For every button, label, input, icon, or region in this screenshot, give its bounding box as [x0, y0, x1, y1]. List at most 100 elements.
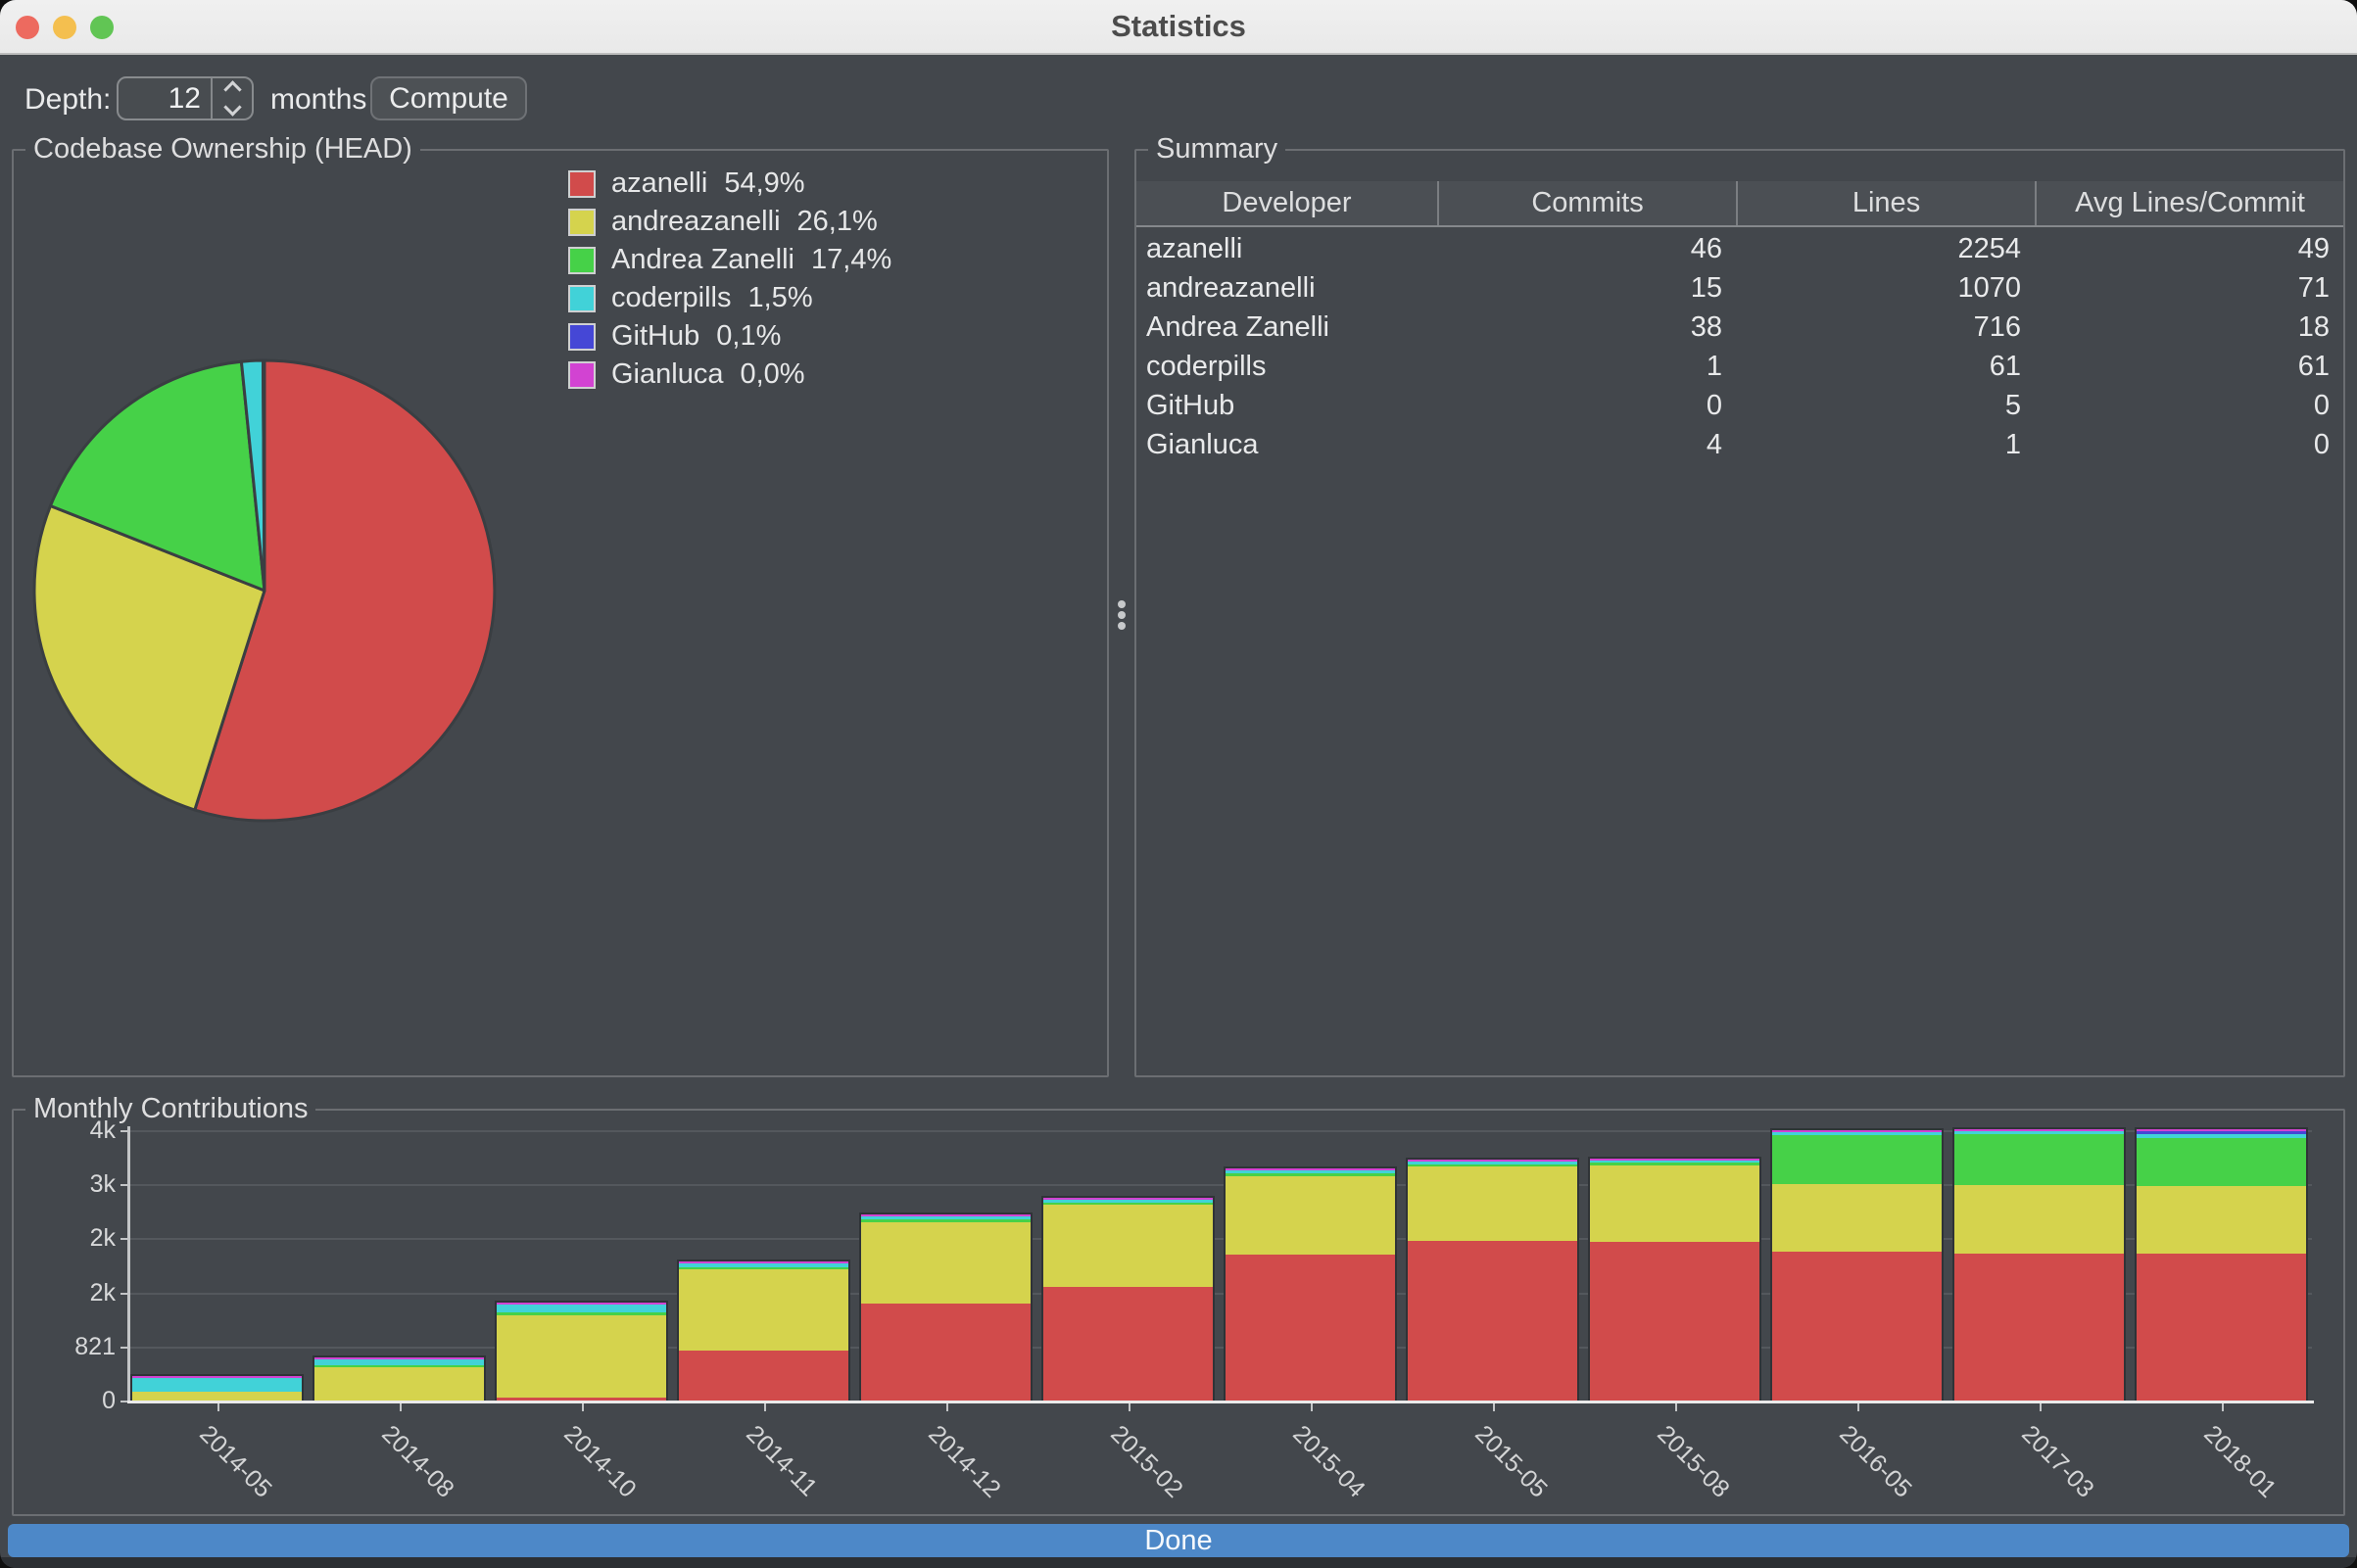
table-cell: andreazanelli: [1136, 268, 1437, 308]
stepper-down-icon[interactable]: [223, 98, 241, 116]
bar-2017-03: [1952, 1127, 2126, 1401]
table-cell: 49: [2035, 229, 2343, 268]
legend-item: azanelli 54,9%: [568, 165, 891, 203]
bar-segment-coderpills: [497, 1305, 666, 1312]
x-axis-tick: [764, 1403, 766, 1411]
legend-swatch: [568, 209, 596, 236]
bar-segment-andreazanelli: [679, 1269, 848, 1350]
bar-2018-01: [2135, 1127, 2308, 1401]
y-axis-label: 3k: [27, 1170, 116, 1199]
done-button[interactable]: Done: [8, 1524, 2349, 1557]
bar-2015-08: [1588, 1157, 1761, 1401]
depth-input[interactable]: 12: [119, 78, 211, 119]
legend-percent: 26,1%: [797, 206, 878, 238]
table-cell: 0: [2035, 386, 2343, 425]
table-row[interactable]: Gianluca410: [1136, 425, 2343, 464]
table-cell: 0: [1437, 386, 1736, 425]
table-cell: GitHub: [1136, 386, 1437, 425]
x-axis-label: 2017-03: [2015, 1420, 2098, 1503]
legend-swatch: [568, 247, 596, 274]
y-axis-label: 4k: [27, 1117, 116, 1145]
x-axis-line: [127, 1401, 2314, 1403]
table-row[interactable]: GitHub050: [1136, 386, 2343, 425]
legend-label: azanelli: [611, 167, 707, 200]
compute-button[interactable]: Compute: [370, 76, 527, 120]
x-axis-tick: [946, 1403, 948, 1411]
legend-percent: 54,9%: [724, 167, 804, 200]
bar-segment-azanelli: [2137, 1254, 2306, 1401]
table-cell: 71: [2035, 268, 2343, 308]
bar-segment-azanelli: [1226, 1255, 1395, 1401]
x-axis-label: 2014-11: [740, 1420, 822, 1502]
table-cell: 61: [2035, 347, 2343, 386]
bar-segment-andreazanelli: [861, 1222, 1031, 1303]
table-cell: 4: [1437, 425, 1736, 464]
table-cell: 1070: [1736, 268, 2035, 308]
table-cell: 15: [1437, 268, 1736, 308]
legend-item: Gianluca 0,0%: [568, 356, 891, 394]
bar-2015-05: [1406, 1158, 1579, 1401]
bar-2014-11: [677, 1259, 850, 1401]
table-cell: Andrea Zanelli: [1136, 308, 1437, 347]
x-axis-label: 2015-08: [1651, 1420, 1734, 1503]
legend-swatch: [568, 170, 596, 198]
bar-2014-05: [130, 1374, 304, 1401]
summary-panel-title: Summary: [1148, 133, 1285, 166]
minimize-button[interactable]: [53, 16, 76, 39]
bar-2016-05: [1770, 1128, 1944, 1401]
legend-percent: 0,0%: [740, 358, 804, 391]
zoom-button[interactable]: [90, 16, 114, 39]
x-axis-tick: [2040, 1403, 2042, 1411]
bar-segment-andreazanelli: [2137, 1186, 2306, 1254]
monthly-bar-chart: 08212k2k3k4k2014-052014-082014-102014-11…: [14, 1111, 2343, 1514]
table-header-cell[interactable]: Developer: [1136, 181, 1437, 225]
window-title: Statistics: [0, 0, 2357, 53]
close-button[interactable]: [16, 16, 39, 39]
legend-label: Andrea Zanelli: [611, 244, 794, 276]
x-axis-tick: [217, 1403, 219, 1411]
table-cell: 38: [1437, 308, 1736, 347]
legend-label: Gianluca: [611, 358, 723, 391]
y-axis-label: 2k: [27, 1279, 116, 1307]
window-footer: [0, 1557, 2357, 1568]
table-header-row: DeveloperCommitsLinesAvg Lines/Commit: [1136, 181, 2343, 227]
x-axis-label: 2015-05: [1468, 1420, 1552, 1503]
bar-2015-04: [1224, 1166, 1397, 1401]
table-cell: coderpills: [1136, 347, 1437, 386]
bar-segment-andreazanelli: [1954, 1185, 2124, 1254]
splitter-dot: [1118, 611, 1126, 619]
table-row[interactable]: coderpills16161: [1136, 347, 2343, 386]
table-cell: 61: [1736, 347, 2035, 386]
splitter-handle[interactable]: [1113, 594, 1130, 637]
x-axis-label: 2014-10: [557, 1420, 641, 1503]
table-header-cell[interactable]: Avg Lines/Commit: [2035, 181, 2343, 225]
x-axis-label: 2015-02: [1104, 1420, 1187, 1503]
x-axis-label: 2016-05: [1833, 1420, 1916, 1503]
table-row[interactable]: andreazanelli15107071: [1136, 268, 2343, 308]
table-header-cell[interactable]: Lines: [1736, 181, 2035, 225]
legend-label: andreazanelli: [611, 206, 781, 238]
titlebar: Statistics: [0, 0, 2357, 55]
stepper-up-icon[interactable]: [223, 80, 241, 98]
depth-label: Depth:: [24, 83, 111, 117]
table-row[interactable]: azanelli46225449: [1136, 229, 2343, 268]
table-cell: 0: [2035, 425, 2343, 464]
table-cell: azanelli: [1136, 229, 1437, 268]
depth-stepper[interactable]: [211, 78, 252, 119]
table-row[interactable]: Andrea Zanelli3871618: [1136, 308, 2343, 347]
bar-segment-andrea-zanelli: [1772, 1135, 1942, 1185]
ownership-pie-chart: [31, 357, 498, 824]
legend-percent: 17,4%: [811, 244, 891, 276]
bar-segment-azanelli: [1954, 1254, 2124, 1401]
pie-slice: [264, 360, 265, 591]
bar-segment-andreazanelli: [1043, 1205, 1213, 1287]
bar-segment-azanelli: [861, 1304, 1031, 1401]
bar-segment-andreazanelli: [497, 1315, 666, 1398]
x-axis-tick: [1675, 1403, 1677, 1411]
table-cell: Gianluca: [1136, 425, 1437, 464]
depth-spinbox[interactable]: 12: [117, 76, 254, 120]
bar-segment-andreazanelli: [1772, 1184, 1942, 1252]
table-header-cell[interactable]: Commits: [1437, 181, 1736, 225]
legend-percent: 0,1%: [716, 320, 781, 353]
legend-swatch: [568, 285, 596, 312]
